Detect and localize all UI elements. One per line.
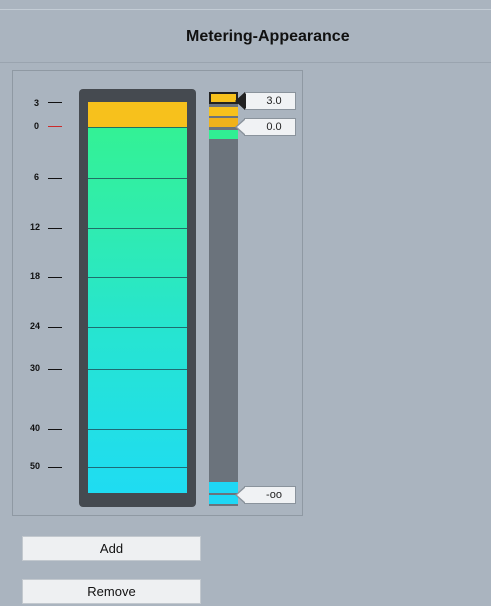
handle-value-neg-inf[interactable]: -oo [235, 486, 296, 504]
meter-line-6 [88, 178, 187, 179]
scale-tick-50 [48, 467, 62, 468]
scale-label-3: 3 [34, 98, 40, 108]
scale-label-12: 12 [30, 222, 41, 232]
scale-tick-12 [48, 228, 62, 229]
handle-value-0[interactable]: 0.0 [235, 118, 296, 136]
scale-tick-6 [48, 178, 62, 179]
color-handle-cyan[interactable] [209, 482, 238, 493]
add-button[interactable]: Add [22, 536, 201, 561]
header-divider [0, 9, 491, 10]
meter-preview-yellow-zone [88, 102, 187, 127]
meter-line-0 [88, 127, 187, 128]
handle-value-3[interactable]: 3.0 [235, 92, 296, 110]
color-handle-yellow-a[interactable] [209, 107, 238, 116]
meter-line-40 [88, 429, 187, 430]
handle-strip[interactable] [209, 92, 238, 506]
scale-tick-40 [48, 429, 62, 430]
color-handle-cyan-b[interactable] [209, 495, 238, 504]
meter-line-18 [88, 277, 187, 278]
scale-tick-24 [48, 327, 62, 328]
color-handle-0db[interactable] [209, 118, 238, 127]
color-handle-3db[interactable] [209, 92, 238, 104]
scale-label-24: 24 [30, 321, 41, 331]
meter-preview-gradient [88, 102, 187, 493]
meter-line-50 [88, 467, 187, 468]
scale-label-50: 50 [30, 461, 41, 471]
scale-label-18: 18 [30, 271, 41, 281]
scale-tick-0 [48, 126, 62, 127]
meter-line-30 [88, 369, 187, 370]
scale-tick-30 [48, 369, 62, 370]
scale-label-40: 40 [30, 423, 41, 433]
scale-label-30: 30 [30, 363, 41, 373]
meter-line-24 [88, 327, 187, 328]
color-handle-green[interactable] [209, 130, 238, 139]
page-title: Metering-Appearance [186, 28, 350, 45]
scale-tick-3 [48, 102, 62, 103]
meter-line-12 [88, 228, 187, 229]
header: Metering-Appearance [0, 0, 491, 63]
scale-label-6: 6 [34, 172, 40, 182]
scale-label-0: 0 [34, 121, 40, 131]
scale-tick-18 [48, 277, 62, 278]
remove-button[interactable]: Remove [22, 579, 201, 604]
